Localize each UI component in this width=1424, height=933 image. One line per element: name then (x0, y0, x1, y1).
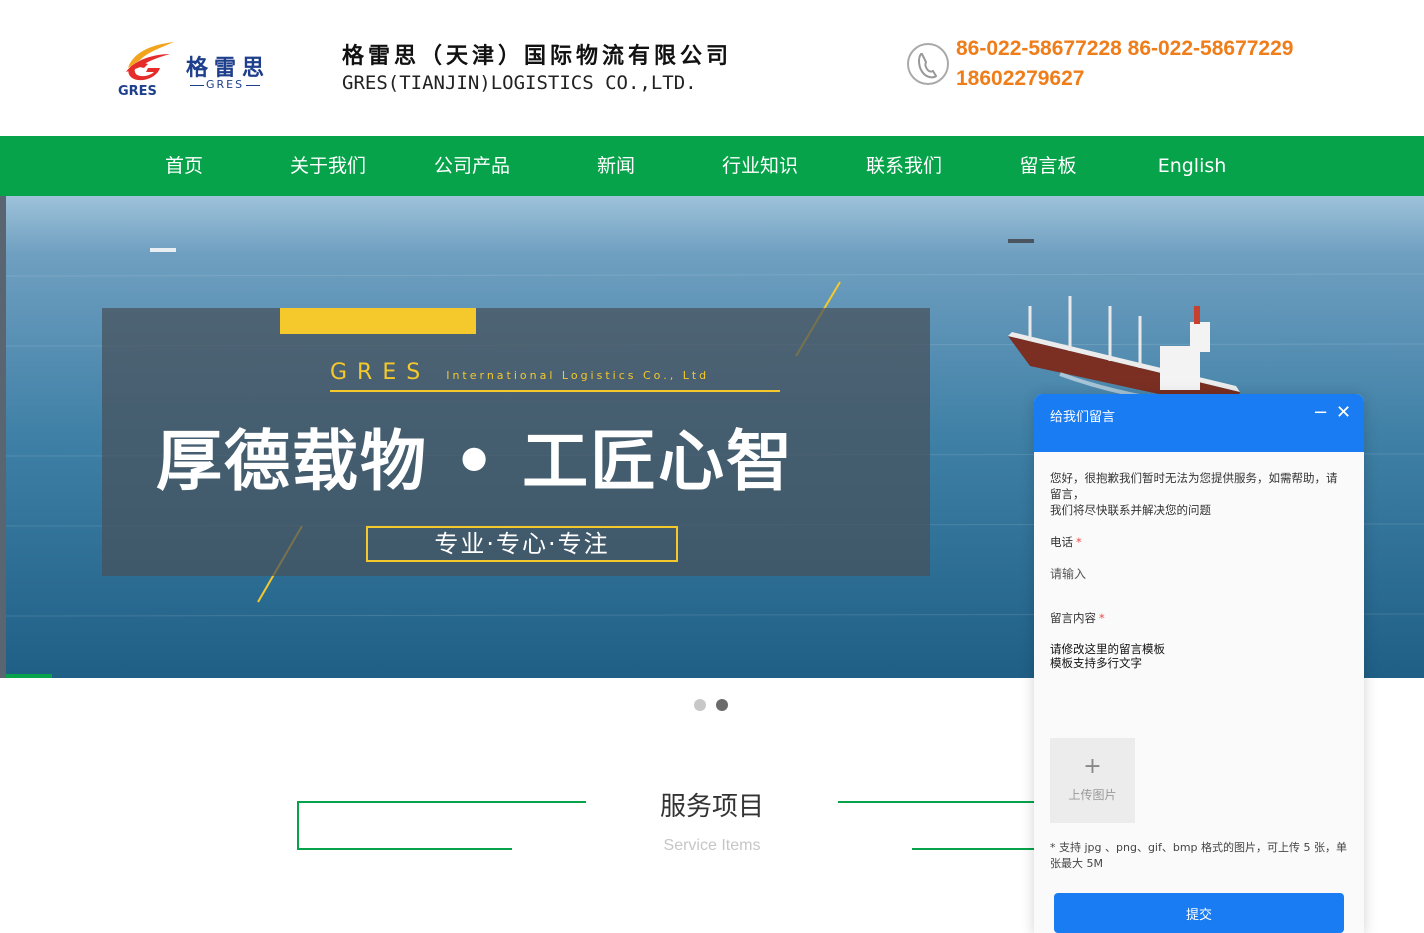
banner-subslogan: 专业·专心·专注 (366, 526, 678, 562)
phone-line-2[interactable]: 18602279627 (956, 64, 1293, 94)
banner-brand-small: International Logistics Co., Ltd (446, 369, 710, 382)
logo-wing-icon (126, 42, 174, 81)
message-required-mark: * (1099, 611, 1105, 625)
company-name-cn: 格雷思（天津）国际物流有限公司 (342, 43, 733, 69)
phone-input[interactable] (1050, 559, 1350, 589)
deco-line-left-vertical (297, 801, 299, 850)
banner-yellow-bar (280, 308, 476, 334)
site-logo[interactable]: GRES 格雷思 GRES (116, 36, 288, 100)
nav-item-contact[interactable]: 联系我们 (832, 136, 976, 196)
banner-left-edge (0, 196, 6, 678)
message-label-text: 留言内容 (1050, 611, 1096, 625)
logo-english-name: GRES (188, 78, 262, 91)
contact-phones: 86-022-58677228 86-022-58677229 18602279… (956, 34, 1293, 94)
deco-line-left-bottom (298, 848, 512, 850)
nav-item-news[interactable]: 新闻 (544, 136, 688, 196)
banner-progress-bar (6, 674, 52, 678)
message-widget: 给我们留言 − ✕ 您好，很抱歉我们暂时无法为您提供服务，如需帮助，请留言， 我… (1034, 394, 1364, 933)
upload-note: * 支持 jpg 、png、gif、bmp 格式的图片，可上传 5 张，单张最大… (1050, 841, 1348, 870)
nav-item-products[interactable]: 公司产品 (400, 136, 544, 196)
banner-brand: GRES (330, 360, 431, 385)
phone-field-label: 电话 * (1050, 534, 1082, 550)
close-icon[interactable]: ✕ (1336, 402, 1351, 423)
phone-required-mark: * (1076, 535, 1082, 549)
nav-item-knowledge[interactable]: 行业知识 (688, 136, 832, 196)
phone-icon (907, 43, 949, 85)
message-textarea[interactable] (1050, 642, 1350, 732)
message-widget-body: 您好，很抱歉我们暂时无法为您提供服务，如需帮助，请留言， 我们将尽快联系并解决您… (1034, 452, 1364, 933)
deco-line-left-top (298, 801, 586, 803)
message-field-label: 留言内容 * (1050, 610, 1105, 626)
nav-item-english[interactable]: English (1120, 136, 1264, 196)
plus-icon: + (1083, 754, 1102, 779)
deco-line-right-bottom (912, 848, 1034, 850)
nav-item-guestbook[interactable]: 留言板 (976, 136, 1120, 196)
services-subtitle: Service Items (663, 837, 761, 854)
submit-button[interactable]: 提交 (1054, 893, 1344, 933)
deco-line-right-top (838, 801, 1034, 803)
phone-line-1[interactable]: 86-022-58677228 86-022-58677229 (956, 34, 1293, 64)
nav-item-home[interactable]: 首页 (112, 136, 256, 196)
main-nav: 首页 关于我们 公司产品 新闻 行业知识 联系我们 留言板 English (0, 136, 1424, 196)
banner-brand-line: GRES International Logistics Co., Ltd (330, 360, 709, 385)
message-widget-intro: 您好，很抱歉我们暂时无法为您提供服务，如需帮助，请留言， 我们将尽快联系并解决您… (1050, 470, 1346, 518)
carousel-dot-1[interactable] (694, 699, 706, 711)
nav-item-about[interactable]: 关于我们 (256, 136, 400, 196)
upload-image-button[interactable]: + 上传图片 (1050, 738, 1135, 823)
carousel-dot-2[interactable] (716, 699, 728, 711)
company-name-en: GRES(TIANJIN)LOGISTICS CO.,LTD. (342, 72, 697, 94)
banner-slogan: 厚德载物 • 工匠心智 (156, 423, 795, 500)
logo-mark-text: GRES (118, 84, 157, 99)
phone-label-text: 电话 (1050, 535, 1073, 549)
intro-line-2: 我们将尽快联系并解决您的问题 (1050, 503, 1211, 517)
message-widget-header: 给我们留言 − ✕ (1034, 394, 1364, 452)
page: GRES 格雷思 GRES 格雷思（天津）国际物流有限公司 GRES(TIANJ… (0, 0, 1424, 933)
message-widget-title: 给我们留言 (1050, 410, 1116, 425)
services-title: 服务项目 (659, 792, 764, 822)
intro-line-1: 您好，很抱歉我们暂时无法为您提供服务，如需帮助，请留言， (1050, 471, 1338, 501)
site-header: GRES 格雷思 GRES 格雷思（天津）国际物流有限公司 GRES(TIANJ… (0, 0, 1424, 136)
carousel-dots (694, 696, 738, 715)
banner-brand-underline (330, 390, 780, 392)
upload-label: 上传图片 (1068, 788, 1117, 802)
minimize-icon[interactable]: − (1313, 402, 1328, 423)
